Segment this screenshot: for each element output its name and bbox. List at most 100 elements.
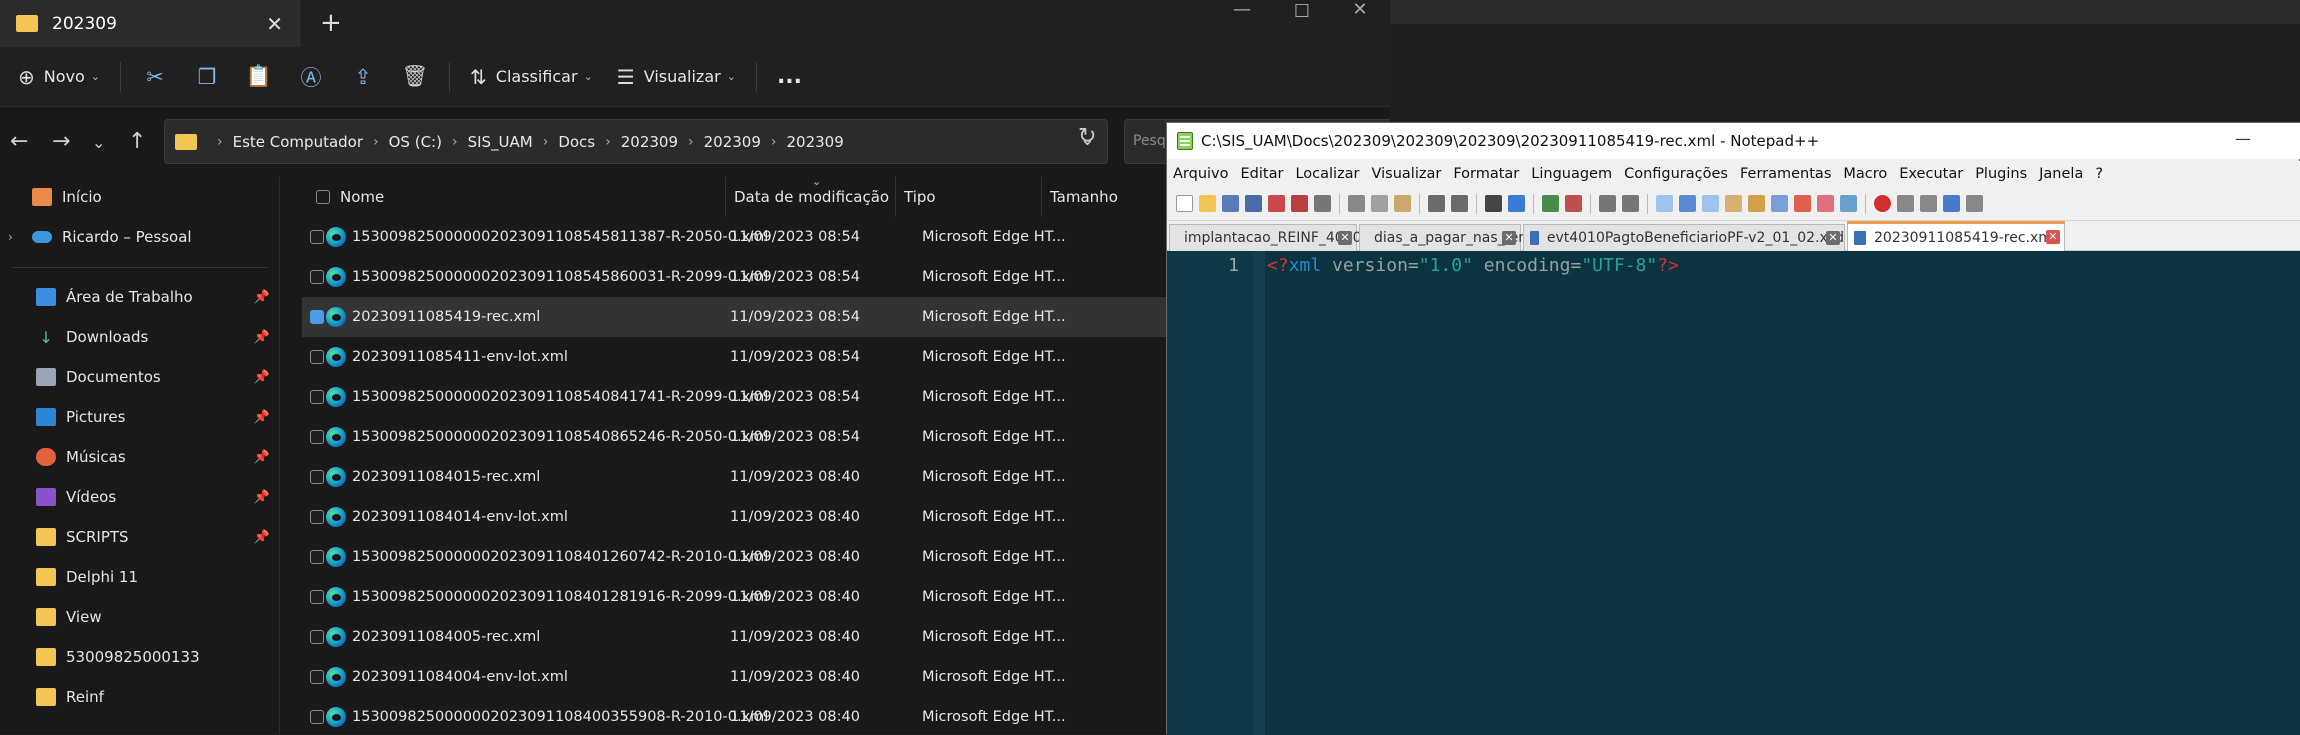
play-macro-icon[interactable] [1920, 195, 1937, 212]
copy-icon[interactable]: ❐ [181, 57, 233, 97]
replace-icon[interactable] [1508, 195, 1525, 212]
sidebar-item-music[interactable]: Músicas 📌 [0, 437, 280, 477]
tab-implantacao-sql[interactable]: implantacao_REINF_4010_4020.sql ✕ [1169, 224, 1429, 251]
breadcrumb-item[interactable]: Este Computador [233, 133, 363, 151]
pin-icon[interactable]: 📌 [254, 530, 270, 545]
function-list-icon[interactable] [1771, 195, 1788, 212]
menu-item[interactable]: Executar [1899, 166, 1963, 182]
row-checkbox[interactable] [310, 430, 324, 444]
recent-locations-icon[interactable]: ⌄ [92, 133, 105, 152]
sidebar-item-scripts[interactable]: SCRIPTS 📌 [0, 517, 280, 557]
sort-button[interactable]: ⇅ Classificar ⌄ [458, 57, 605, 97]
maximize-icon[interactable]: ☐ [1282, 2, 1322, 22]
monitoring-icon[interactable] [1840, 195, 1857, 212]
cut-icon[interactable] [1348, 195, 1365, 212]
find-icon[interactable] [1485, 195, 1502, 212]
row-checkbox[interactable] [310, 670, 324, 684]
save-macro-icon[interactable] [1966, 195, 1983, 212]
breadcrumb-item[interactable]: OS (C:) [389, 133, 442, 151]
back-icon[interactable]: ← [10, 129, 28, 154]
explorer-tab[interactable]: 202309 ✕ [0, 0, 300, 47]
new-file-icon[interactable] [1176, 195, 1193, 212]
forward-icon[interactable]: → [52, 129, 70, 154]
sidebar-item-delphi[interactable]: Delphi 11 [0, 557, 280, 597]
row-checkbox[interactable] [310, 350, 324, 364]
tab-evt4010-xsd[interactable]: evt4010PagtoBeneficiarioPF-v2_01_02.xsd … [1523, 224, 1845, 251]
close-tab-icon[interactable]: ✕ [1338, 231, 1352, 245]
sync-horizontal-icon[interactable] [1622, 195, 1639, 212]
tab-rec-xml[interactable]: 20230911085419-rec.xml ✕ [1847, 221, 2065, 251]
menu-item[interactable]: Localizar [1295, 166, 1359, 182]
close-tab-icon[interactable]: ✕ [1502, 231, 1516, 245]
redo-icon[interactable] [1451, 195, 1468, 212]
code-editor[interactable]: 1 <?xml version="1.0" encoding="UTF-8"?> [1167, 251, 2300, 735]
record-macro-icon[interactable] [1874, 195, 1891, 212]
pin-icon[interactable]: 📌 [254, 450, 270, 465]
refresh-icon[interactable]: ↻ [1078, 124, 1096, 149]
run-macro-multiple-icon[interactable] [1943, 195, 1960, 212]
breadcrumb-item[interactable]: SIS_UAM [468, 133, 533, 151]
save-icon[interactable] [1222, 195, 1239, 212]
minimize-icon[interactable]: — [1222, 0, 1262, 20]
rename-icon[interactable]: Ⓐ [285, 57, 337, 97]
sidebar-item-inicio[interactable]: Início [0, 177, 280, 217]
close-tab-icon[interactable]: ✕ [2046, 230, 2060, 244]
menu-item[interactable]: Configurações [1624, 166, 1728, 182]
open-file-icon[interactable] [1199, 195, 1216, 212]
sidebar-item-onedrive[interactable]: › Ricardo – Pessoal [0, 217, 280, 257]
breadcrumb-item[interactable]: 202309 [704, 133, 761, 151]
up-icon[interactable]: ↑ [128, 129, 146, 154]
sidebar-item-downloads[interactable]: ↓ Downloads 📌 [0, 317, 280, 357]
save-all-icon[interactable] [1245, 195, 1262, 212]
paste-icon[interactable] [1394, 195, 1411, 212]
menu-item[interactable]: Visualizar [1372, 166, 1442, 182]
chevron-right-icon[interactable]: › [8, 230, 13, 244]
row-checkbox[interactable] [310, 390, 324, 404]
row-checkbox[interactable] [310, 550, 324, 564]
folder-open-icon[interactable] [1817, 195, 1834, 212]
minimize-icon[interactable]: — [2235, 129, 2251, 148]
menu-item[interactable]: Janela [2039, 166, 2083, 182]
breadcrumb-item[interactable]: Docs [558, 133, 595, 151]
zoom-in-icon[interactable] [1542, 195, 1559, 212]
new-tab-button[interactable]: + [320, 8, 342, 38]
menu-item[interactable]: Arquivo [1173, 166, 1229, 182]
menu-item[interactable]: ? [2095, 166, 2103, 182]
tab-dias-a-pagar-sql[interactable]: dias_a_pagar_nas_ferias.sql ✕ [1359, 224, 1568, 251]
sidebar-item-videos[interactable]: Vídeos 📌 [0, 477, 280, 517]
indent-guide-icon[interactable] [1702, 195, 1719, 212]
pin-icon[interactable]: 📌 [254, 490, 270, 505]
row-checkbox[interactable] [310, 630, 324, 644]
pin-icon[interactable]: 📌 [254, 290, 270, 305]
zoom-out-icon[interactable] [1565, 195, 1582, 212]
select-all-checkbox[interactable] [316, 190, 330, 204]
row-checkbox[interactable] [310, 230, 324, 244]
sidebar-item-desktop[interactable]: Área de Trabalho 📌 [0, 277, 280, 317]
share-icon[interactable]: ⇪ [337, 57, 389, 97]
cut-icon[interactable]: ✂ [129, 57, 181, 97]
row-checkbox[interactable] [310, 310, 324, 324]
menu-item[interactable]: Editar [1241, 166, 1284, 182]
row-checkbox[interactable] [310, 270, 324, 284]
code-line-1[interactable]: <?xml version="1.0" encoding="UTF-8"?> [1267, 255, 1679, 276]
sidebar-item-documents[interactable]: Documentos 📌 [0, 357, 280, 397]
menu-item[interactable]: Ferramentas [1740, 166, 1831, 182]
print-icon[interactable] [1314, 195, 1331, 212]
column-header-name[interactable]: Nome [332, 177, 726, 217]
sidebar-item-view[interactable]: View [0, 597, 280, 637]
menu-item[interactable]: Macro [1843, 166, 1887, 182]
show-all-chars-icon[interactable] [1679, 195, 1696, 212]
delete-icon[interactable]: 🗑 [389, 57, 441, 97]
sync-vertical-icon[interactable] [1599, 195, 1616, 212]
word-wrap-icon[interactable] [1656, 195, 1673, 212]
row-checkbox[interactable] [310, 590, 324, 604]
close-tab-icon[interactable]: ✕ [266, 12, 283, 36]
row-checkbox[interactable] [310, 710, 324, 724]
column-header-type[interactable]: Tipo [896, 177, 1042, 217]
close-file-icon[interactable] [1268, 195, 1285, 212]
menu-item[interactable]: Formatar [1453, 166, 1519, 182]
view-button[interactable]: ☰ Visualizar ⌄ [605, 57, 748, 97]
menu-item[interactable]: Plugins [1975, 166, 2027, 182]
breadcrumb-item[interactable]: 202309 [786, 133, 843, 151]
column-header-date[interactable]: Data de modificação [726, 177, 896, 217]
